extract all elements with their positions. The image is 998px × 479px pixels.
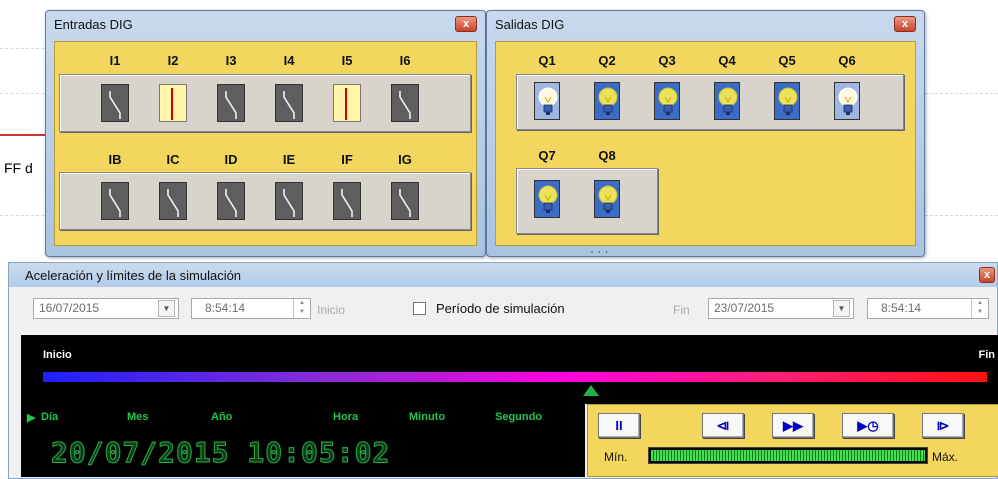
clock-value: 20/07/2015 10:05:02 <box>50 436 391 470</box>
end-date-value: 23/07/2015 <box>714 301 775 315</box>
input-switch-i3[interactable] <box>217 84 245 122</box>
spin-arrows-icon[interactable]: ▲ ▼ <box>293 299 310 318</box>
timeline-bar[interactable] <box>43 372 987 382</box>
input-label-id: ID <box>224 152 238 167</box>
play-clock-button[interactable]: ▶◷ <box>842 413 894 438</box>
input-label-i6: I6 <box>399 53 411 68</box>
input-switch-i5[interactable] <box>333 84 361 122</box>
outputs-window-title: Salidas DIG <box>495 17 565 32</box>
output-label-q3: Q3 <box>658 53 676 68</box>
clock-label-minute: Minuto <box>409 411 446 423</box>
end-date-select[interactable]: 23/07/2015 ▼ <box>708 298 854 319</box>
output-lamp-q2 <box>594 82 620 120</box>
output-label-q4: Q4 <box>718 53 736 68</box>
input-label-ie: IE <box>282 152 296 167</box>
period-checkbox[interactable] <box>413 302 426 315</box>
simulation-window: Aceleración y límites de la simulación x… <box>8 262 998 479</box>
output-lamp-q5 <box>774 82 800 120</box>
input-switch-ig[interactable] <box>391 182 419 220</box>
playback-controls: II ⧏ ▶▶ ▶◷ ⧐ Mín. Máx. <box>587 404 998 477</box>
background-text-dots: · · · <box>590 244 609 258</box>
input-label-i4: I4 <box>283 53 295 68</box>
input-label-i1: I1 <box>109 53 121 68</box>
background-rule <box>920 93 998 94</box>
start-label: Inicio <box>317 303 346 317</box>
speed-min-label: Mín. <box>604 450 628 464</box>
timeline-position-marker[interactable] <box>582 385 599 396</box>
output-lamp-q1 <box>534 82 560 120</box>
outputs-window: Salidas DIG x Q1 Q2 Q3 Q4 Q5 Q6 Q7 Q8 <box>486 10 925 257</box>
period-label: Período de simulación <box>436 301 565 316</box>
play-indicator-icon: ▶ <box>27 412 36 424</box>
start-time-stepper[interactable]: 8:54:14 ▲ ▼ <box>191 298 311 319</box>
background-text: FF d <box>4 160 33 176</box>
inputs-panel: I1 I2 I3 I4 I5 I6 IB IC ID IE IF IG <box>54 41 477 246</box>
end-label: Fin <box>673 303 690 317</box>
input-switch-if[interactable] <box>333 182 361 220</box>
pause-button[interactable]: II <box>598 413 640 438</box>
output-label-q2: Q2 <box>598 53 616 68</box>
chevron-down-icon[interactable]: ▼ <box>158 300 175 317</box>
output-lamp-q8 <box>594 180 620 218</box>
clock-label-year: Año <box>211 411 233 423</box>
input-label-if: IF <box>341 152 353 167</box>
output-label-q6: Q6 <box>838 53 856 68</box>
output-lamp-q3 <box>654 82 680 120</box>
input-label-ib: IB <box>108 152 122 167</box>
fast-forward-button[interactable]: ▶▶ <box>772 413 814 438</box>
inputs-window-title: Entradas DIG <box>54 17 133 32</box>
outputs-window-close-button[interactable]: x <box>894 16 916 32</box>
input-label-ig: IG <box>398 152 412 167</box>
clock-label-month: Mes <box>127 411 149 423</box>
outputs-panel: Q1 Q2 Q3 Q4 Q5 Q6 Q7 Q8 <box>495 41 916 246</box>
clock-label-day: Día <box>41 411 59 423</box>
input-switch-ib[interactable] <box>101 182 129 220</box>
clock-display: ▶ Día Mes Año Hora Minuto Segundo 20/07/… <box>21 404 585 477</box>
output-label-q5: Q5 <box>778 53 796 68</box>
input-switch-ic[interactable] <box>159 182 187 220</box>
input-switch-i6[interactable] <box>391 84 419 122</box>
start-date-select[interactable]: 16/07/2015 ▼ <box>33 298 179 319</box>
input-label-i3: I3 <box>225 53 237 68</box>
output-label-q8: Q8 <box>598 148 616 163</box>
start-time-value: 8:54:14 <box>205 301 246 315</box>
clock-label-hour: Hora <box>333 411 359 423</box>
output-lamp-q6 <box>834 82 860 120</box>
speed-slider-fill <box>651 450 925 461</box>
input-label-ic: IC <box>166 152 180 167</box>
start-date-value: 16/07/2015 <box>39 301 100 315</box>
simulation-window-title: Aceleración y límites de la simulación <box>25 268 242 283</box>
background-rule <box>920 215 998 216</box>
input-switch-ie[interactable] <box>275 182 303 220</box>
end-time-value: 8:54:14 <box>881 301 922 315</box>
step-back-button[interactable]: ⧏ <box>702 413 744 438</box>
speed-slider[interactable] <box>648 447 928 464</box>
input-label-i5: I5 <box>341 53 353 68</box>
timeline-start-label: Inicio <box>43 349 72 361</box>
step-end-button[interactable]: ⧐ <box>922 413 964 438</box>
inputs-window: Entradas DIG x I1 I2 I3 I4 I5 I6 IB IC ID IE IF IG <box>45 10 486 257</box>
input-switch-i4[interactable] <box>275 84 303 122</box>
output-label-q1: Q1 <box>538 53 556 68</box>
input-switch-i2[interactable] <box>159 84 187 122</box>
timeline-band: Inicio Fin <box>21 335 998 404</box>
clock-label-second: Segundo <box>495 411 543 423</box>
input-switch-id[interactable] <box>217 182 245 220</box>
input-label-i2: I2 <box>167 53 179 68</box>
end-time-stepper[interactable]: 8:54:14 ▲ ▼ <box>867 298 989 319</box>
output-lamp-q7 <box>534 180 560 218</box>
output-label-q7: Q7 <box>538 148 556 163</box>
speed-max-label: Máx. <box>932 450 959 464</box>
simulation-window-close-button[interactable]: x <box>979 267 995 283</box>
spin-arrows-icon[interactable]: ▲ ▼ <box>971 299 988 318</box>
timeline-end-label: Fin <box>978 349 996 361</box>
chevron-down-icon[interactable]: ▼ <box>833 300 850 317</box>
inputs-window-close-button[interactable]: x <box>455 16 477 32</box>
simulation-window-titlebar: Aceleración y límites de la simulación x <box>9 263 997 287</box>
output-lamp-q4 <box>714 82 740 120</box>
input-switch-i1[interactable] <box>101 84 129 122</box>
